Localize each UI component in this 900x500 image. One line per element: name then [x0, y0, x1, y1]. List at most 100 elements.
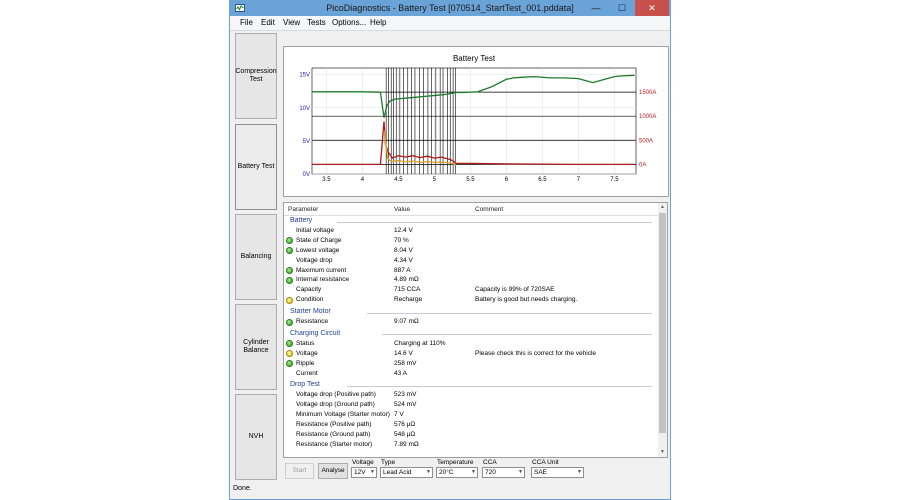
- nvh-button[interactable]: NVH: [235, 394, 277, 480]
- column-header-parameter[interactable]: Parameter: [288, 206, 318, 213]
- close-button[interactable]: ✕: [635, 0, 669, 16]
- y-left-tick-label: 10V: [299, 106, 310, 112]
- section-title: Battery: [290, 217, 313, 224]
- section-divider: [347, 385, 652, 387]
- scroll-down-arrow-icon[interactable]: ▼: [658, 448, 667, 457]
- battery-test-button[interactable]: Battery Test: [235, 124, 277, 210]
- status-bar: Done.: [233, 485, 252, 492]
- start-button[interactable]: Start: [285, 463, 314, 479]
- balancing-button[interactable]: Balancing: [235, 214, 277, 300]
- cca-label: CCA: [483, 459, 497, 466]
- status-green-icon: [286, 360, 293, 368]
- scroll-up-arrow-icon[interactable]: ▲: [658, 203, 667, 212]
- parameter-value: 523 mV: [394, 391, 417, 399]
- parameter-value: 548 µΩ: [394, 430, 416, 438]
- voltage-chevron-down-icon: ▼: [370, 469, 375, 475]
- parameter-value: 14.6 V: [394, 349, 413, 357]
- parameter-name: Resistance: [296, 318, 329, 325]
- vertical-scrollbar[interactable]: ▲ ▼: [658, 203, 667, 457]
- cca-unit-label: CCA Unit: [532, 459, 559, 466]
- section-divider: [367, 312, 652, 314]
- section-title: Starter Motor: [290, 308, 331, 316]
- y-left-tick-label: 5V: [303, 139, 310, 145]
- cca-unit-select[interactable]: SAE ▼: [531, 467, 584, 478]
- x-tick-label: 5: [433, 177, 437, 183]
- parameter-name: Minimum Voltage (Starter motor): [296, 411, 390, 419]
- status-green-icon: [286, 276, 293, 284]
- parameter-name: Voltage drop (Ground path): [296, 401, 375, 409]
- menu-bar: File Edit View Tests Options... Help: [230, 16, 670, 31]
- cylinder-balance-button[interactable]: Cylinder Balance: [235, 304, 277, 390]
- x-tick-label: 6.5: [538, 177, 547, 183]
- parameter-comment: Please check this is correct for the veh…: [475, 349, 597, 357]
- status-yellow-icon: [286, 296, 293, 304]
- section-divider: [337, 221, 652, 223]
- parameter-value: 715 CCA: [394, 286, 421, 294]
- chart-svg: Battery Test 3.5 4 4.5 5 5.5 6 6.5 7 7.5 0V 5V 10V 15…: [299, 54, 656, 183]
- cca-unit-chevron-down-icon: ▼: [577, 469, 582, 475]
- menu-tests[interactable]: Tests: [307, 18, 326, 27]
- parameter-name: Status: [296, 339, 315, 347]
- voltage-value: 12V: [354, 469, 366, 476]
- x-tick-label: 5.5: [466, 177, 475, 183]
- status-green-icon: [286, 340, 293, 348]
- battery-test-chart: Battery Test 3.5 4 4.5 5 5.5 6 6.5 7 7.5 0V 5V 10V 15…: [283, 46, 669, 197]
- parameter-value: 7 V: [394, 411, 404, 419]
- parameter-value: 7.89 mΩ: [394, 440, 419, 448]
- menu-options[interactable]: Options...: [332, 18, 366, 27]
- cca-input[interactable]: 720 ▼: [482, 467, 525, 478]
- parameter-value: 4.34 V: [394, 256, 413, 264]
- menu-file[interactable]: File: [240, 18, 253, 27]
- menu-edit[interactable]: Edit: [261, 18, 275, 27]
- parameter-value: 524 mV: [394, 401, 417, 409]
- parameter-value: 576 µΩ: [394, 421, 416, 428]
- y-right-tick-label: 0A: [639, 162, 646, 168]
- parameter-name: Condition: [296, 296, 324, 304]
- menu-help[interactable]: Help: [370, 18, 386, 27]
- section-divider: [382, 334, 652, 336]
- x-tick-label: 7.5: [610, 177, 619, 183]
- x-tick-label: 3.5: [322, 177, 331, 183]
- column-header-comment[interactable]: Comment: [475, 206, 503, 213]
- parameter-value: Charging at 110%: [394, 339, 446, 347]
- parameter-name: Voltage drop: [296, 256, 333, 264]
- maximize-button[interactable]: ☐: [609, 0, 635, 16]
- voltage-label: Voltage: [352, 459, 374, 466]
- parameter-value: 12.4 V: [394, 226, 413, 234]
- y-right-tick-label: 1000A: [639, 114, 656, 120]
- column-header-value[interactable]: Value: [394, 206, 410, 213]
- temperature-value: 20°C: [439, 469, 454, 476]
- menu-view[interactable]: View: [283, 18, 300, 27]
- type-chevron-down-icon: ▼: [426, 469, 431, 475]
- y-right-tick-label: 1500A: [639, 90, 656, 96]
- parameter-comment: Battery is good but needs charging.: [475, 296, 578, 304]
- parameter-name: Resistance (Starter motor): [296, 440, 373, 448]
- type-label: Type: [381, 459, 396, 466]
- parameter-name: Lowest voltage: [296, 246, 340, 254]
- scrollbar-thumb[interactable]: [659, 213, 666, 433]
- parameter-name: Voltage drop (Positive path): [296, 391, 376, 399]
- analyse-button[interactable]: Analyse: [318, 463, 348, 479]
- parameter-name: Voltage: [296, 349, 318, 357]
- plot-area: [311, 67, 637, 175]
- status-green-icon: [286, 318, 293, 326]
- parameter-name: Internal resistance: [296, 276, 350, 284]
- voltage-select[interactable]: 12V ▼: [351, 467, 377, 478]
- cylinder-balance-label: Cylinder Balance: [243, 339, 269, 354]
- compression-test-button[interactable]: Compression Test: [235, 33, 277, 119]
- cca-unit-value: SAE: [534, 469, 548, 476]
- minimize-button[interactable]: —: [583, 0, 609, 16]
- x-tick-label: 6: [505, 177, 509, 183]
- type-select[interactable]: Lead Acid ▼: [380, 467, 433, 478]
- parameter-name: Resistance (Ground path): [296, 430, 371, 438]
- parameter-name: Resistance (Positive path): [296, 421, 372, 428]
- balancing-label: Balancing: [240, 253, 272, 260]
- battery-test-label: Battery Test: [237, 163, 275, 170]
- section-title: Charging Circuit: [290, 329, 341, 337]
- temperature-select[interactable]: 20°C ▼: [436, 467, 478, 478]
- x-tick-label: 7: [577, 177, 581, 183]
- parameter-value: Recharge: [394, 296, 423, 304]
- x-tick-label: 4: [361, 177, 365, 183]
- title-bar[interactable]: PicoDiagnostics - Battery Test [070514_S…: [229, 0, 671, 16]
- y-left-tick-label: 15V: [299, 73, 310, 79]
